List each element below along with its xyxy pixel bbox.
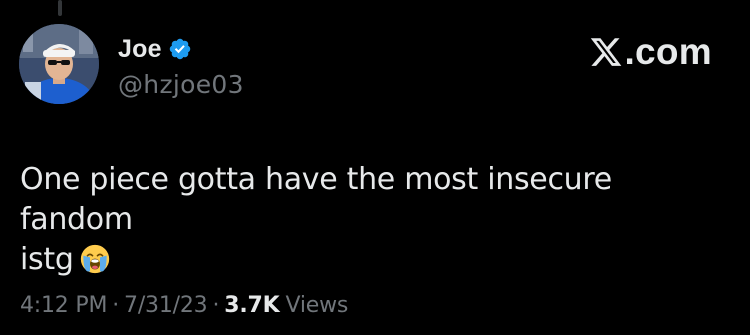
author-display-name[interactable]: Joe — [118, 35, 162, 64]
avatar-photo-icon — [19, 24, 99, 104]
verified-badge-icon — [169, 38, 190, 60]
meta-separator: · — [212, 293, 220, 318]
x-brand-watermark: .com — [589, 30, 712, 74]
meta-separator: · — [112, 293, 120, 318]
author-handle[interactable]: @hzjoe03 — [118, 70, 244, 99]
x-logo-icon — [591, 38, 622, 66]
thread-connector-line — [58, 0, 62, 16]
views-count[interactable]: 3.7K — [224, 293, 279, 318]
tweet-time[interactable]: 4:12 PM — [20, 293, 107, 318]
views-label: Views — [285, 293, 349, 318]
tweet-meta: 4:12 PM · 7/31/23 · 3.7K Views — [20, 293, 348, 318]
author-name-row: Joe — [118, 34, 192, 64]
tweet-date[interactable]: 7/31/23 — [124, 293, 208, 318]
tweet-text-line-2: istg — [20, 242, 74, 277]
tweet-text-line-1: One piece gotta have the most insecure f… — [20, 162, 612, 237]
loudly-crying-face-icon — [80, 244, 109, 274]
brand-domain-suffix: .com — [624, 31, 712, 72]
avatar[interactable] — [19, 24, 99, 104]
tweet-text: One piece gotta have the most insecure f… — [20, 160, 720, 280]
